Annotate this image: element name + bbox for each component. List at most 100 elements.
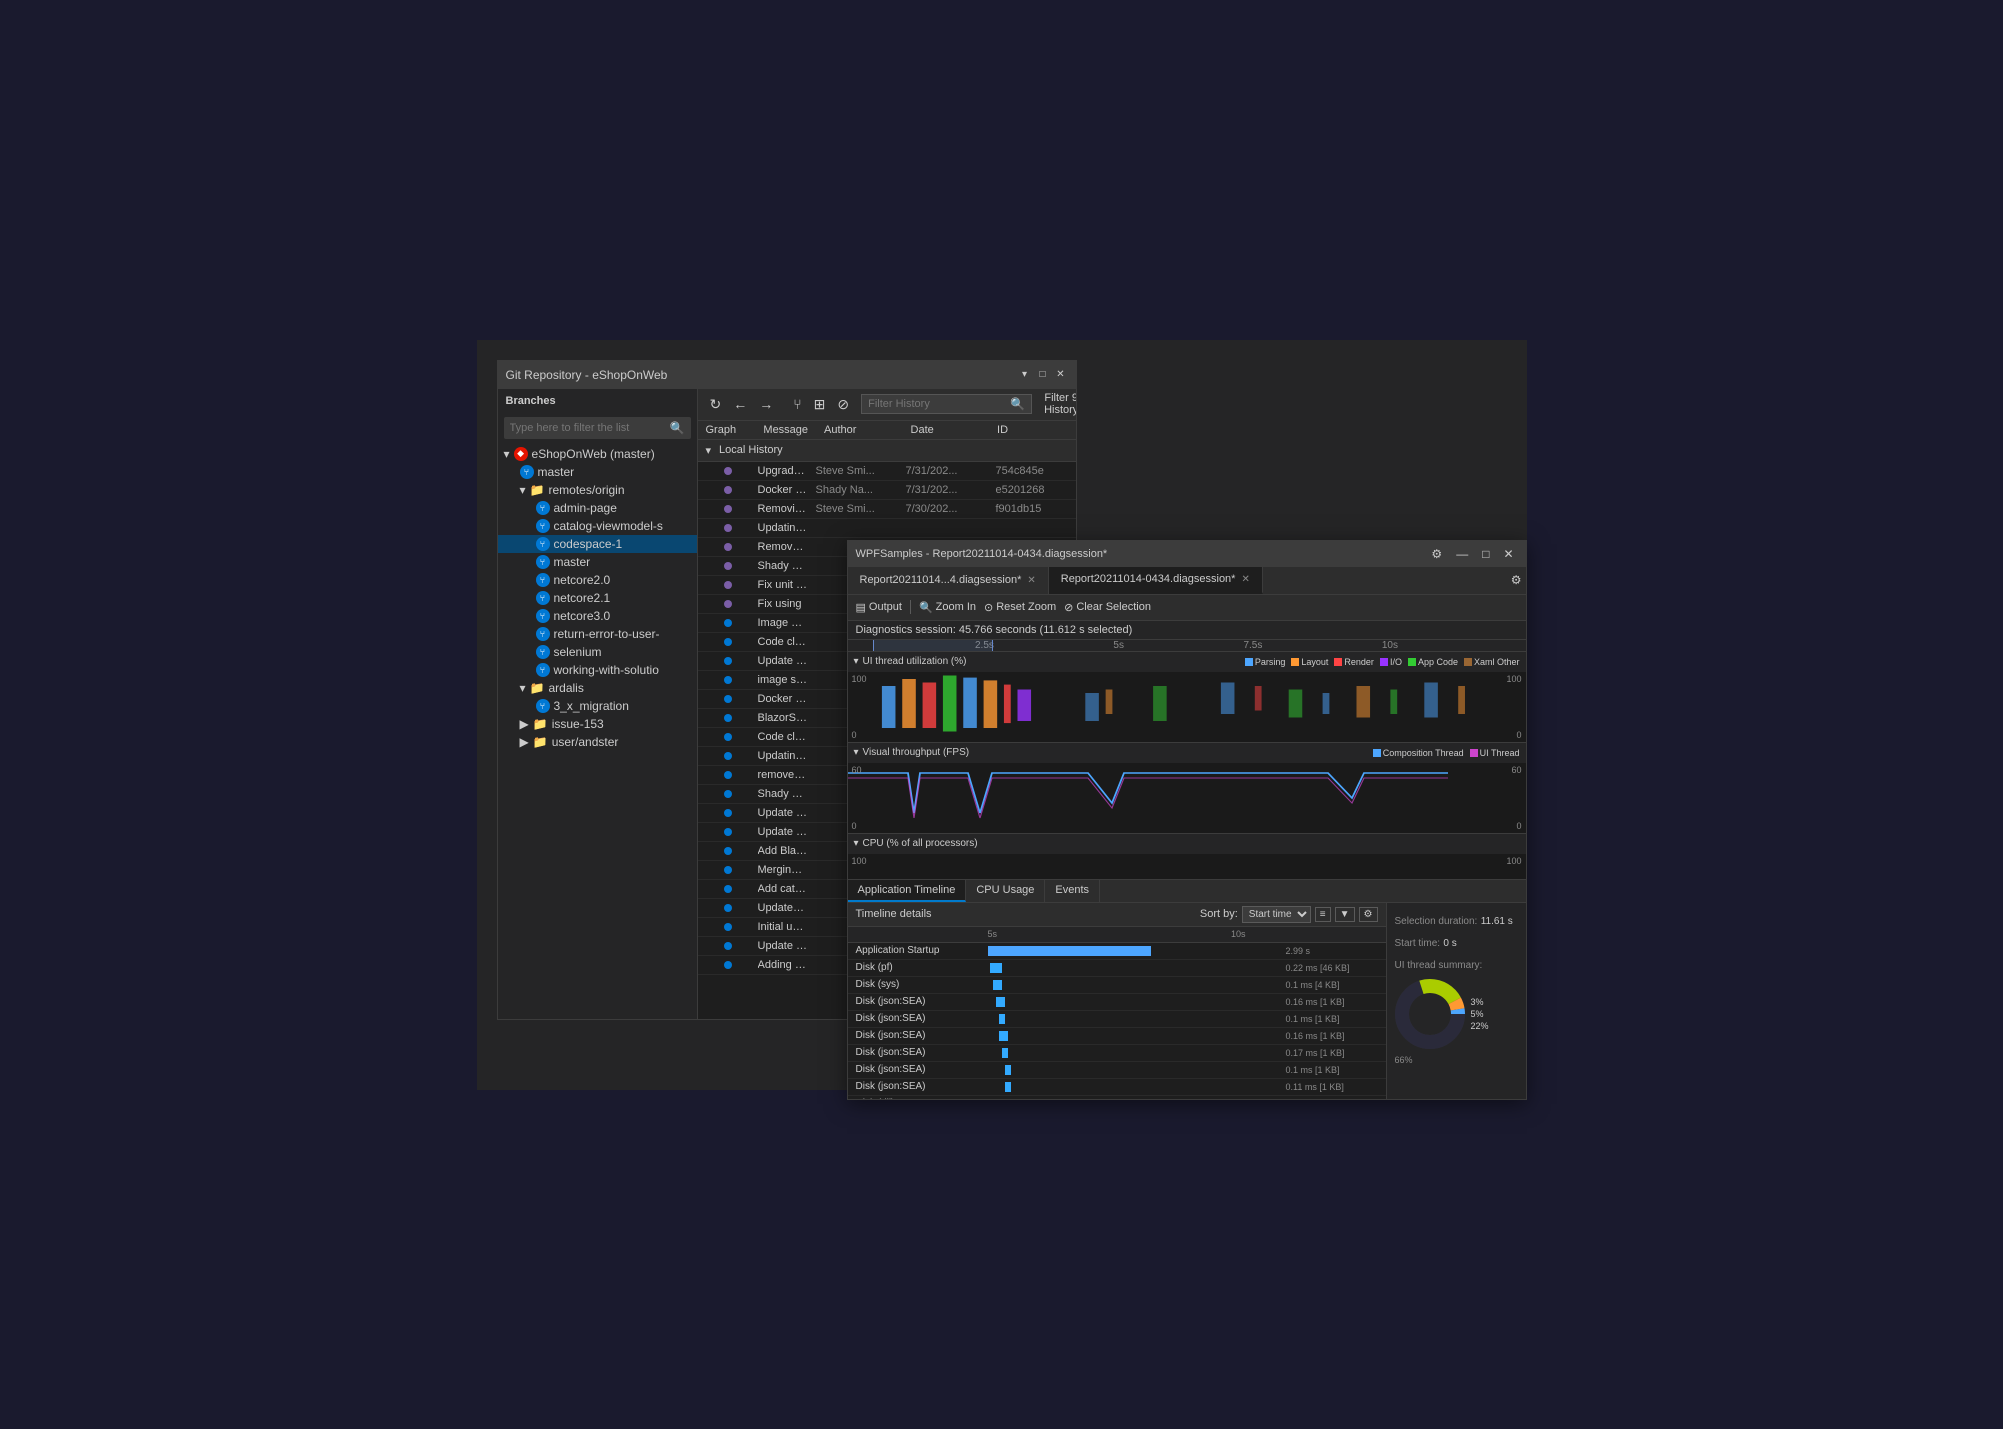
zoom-in-button[interactable]: 🔍 Zoom In — [919, 601, 976, 614]
commit-row[interactable]: Docker working without Configure Configu… — [698, 481, 1076, 500]
clear-selection-button[interactable]: ⊘ Clear Selection — [1064, 601, 1151, 614]
tab-cpu-usage[interactable]: CPU Usage — [966, 880, 1045, 902]
output-button[interactable]: ▤ Output — [856, 601, 902, 614]
tree-item-root[interactable]: ▾ ◆ eShopOnWeb (master) — [498, 445, 697, 463]
event-detail-json3: 0.16 ms [1 KB] — [1286, 1031, 1386, 1041]
event-name-startup: Application Startup — [848, 945, 988, 956]
fps-ymax-r: 60 — [1511, 765, 1521, 775]
tree-item-netcore21[interactable]: ⑂ netcore2.1 — [498, 589, 697, 607]
legend-io-dot — [1380, 658, 1388, 666]
minimize-button[interactable]: ▾ — [1018, 368, 1032, 382]
selection-duration-section: Selection duration: 11.61 s — [1395, 913, 1518, 927]
branch-icon-netcore30: ⑂ — [536, 609, 550, 623]
commit-message-17: Shady nagy/blazor enhance (i — [758, 788, 816, 800]
branches-tree: ▾ ◆ eShopOnWeb (master) ⑂ master ▾ � — [498, 443, 697, 1019]
tl-sort-select[interactable]: Start time Duration Category — [1242, 906, 1311, 923]
history-badge-button[interactable]: Filter 9 History — [1036, 390, 1075, 418]
tree-item-catalog[interactable]: ⑂ catalog-viewmodel-s — [498, 517, 697, 535]
commit-message-8: Image added (#434) — [758, 617, 816, 629]
tag-button[interactable]: ⊘ — [833, 394, 853, 415]
json5-bar — [1005, 1065, 1011, 1075]
commit-dot-12 — [724, 695, 732, 703]
tree-item-master[interactable]: ⑂ master — [498, 463, 697, 481]
tab-events[interactable]: Events — [1045, 880, 1100, 902]
bottom-tabs: Application Timeline CPU Usage Events — [848, 880, 1526, 903]
chart-fps-title: ▾ Visual throughput (FPS) — [854, 747, 970, 758]
diag-tab-1-close[interactable]: ✕ — [1027, 575, 1035, 586]
zoom-in-icon: 🔍 — [919, 601, 933, 614]
folder-icon-origin: 📁 — [530, 483, 545, 497]
branch-filter-input[interactable] — [510, 422, 670, 434]
repo-label: eShopOnWeb (master) — [532, 447, 655, 461]
commit-message-18: Update README.md — [758, 807, 816, 819]
diag-tab-2-close[interactable]: ✕ — [1241, 574, 1249, 585]
filter-history-input[interactable] — [868, 398, 1010, 410]
tree-item-origin-master[interactable]: ⑂ master — [498, 553, 697, 571]
filter-container[interactable]: 🔍 — [504, 417, 691, 439]
branch-button[interactable]: ⑂ — [789, 394, 805, 414]
branch-label-netcore30: netcore3.0 — [554, 609, 611, 623]
branch-label-selenium: selenium — [554, 645, 602, 659]
commit-dot-17 — [724, 790, 732, 798]
commit-graph-14 — [698, 733, 758, 741]
legend-parsing: Parsing — [1245, 657, 1286, 667]
diag-maximize-button[interactable]: □ — [1478, 547, 1493, 561]
push-button[interactable]: → — [755, 394, 777, 414]
commit-graph-23 — [698, 904, 758, 912]
diag-tab-2[interactable]: Report20211014-0434.diagsession* ✕ — [1049, 567, 1263, 594]
branch-label-working: working-with-solutio — [554, 663, 659, 677]
tree-item-selenium[interactable]: ⑂ selenium — [498, 643, 697, 661]
donut-pct-remaining: 66% — [1395, 1055, 1518, 1065]
cpu-chart-svg — [848, 854, 1526, 879]
ui-thread-chart-svg — [848, 672, 1526, 742]
tree-item-working[interactable]: ⑂ working-with-solutio — [498, 661, 697, 679]
tl-filter-button[interactable]: ▼ — [1335, 907, 1355, 922]
diag-tab-1[interactable]: Report20211014...4.diagsession* ✕ — [848, 567, 1049, 594]
tree-item-netcore30[interactable]: ⑂ netcore3.0 — [498, 607, 697, 625]
tree-item-3xmig[interactable]: ⑂ 3_x_migration — [498, 697, 697, 715]
maximize-button[interactable]: □ — [1036, 368, 1050, 382]
diag-tab-settings[interactable]: ⚙ — [1507, 567, 1526, 594]
diag-settings-icon[interactable]: ⚙ — [1427, 547, 1446, 561]
commit-row[interactable]: Removing AuthService and fixing Dockerfi… — [698, 500, 1076, 519]
commit-graph-22 — [698, 885, 758, 893]
commit-row[interactable]: Upgrade to use Specification 4.0.... ori… — [698, 462, 1076, 481]
refresh-button[interactable]: ↻ — [706, 394, 726, 415]
commit-dot-16 — [724, 771, 732, 779]
diag-close-button[interactable]: ✕ — [1499, 547, 1517, 561]
merge-button[interactable]: ⊞ — [810, 394, 830, 415]
tl-group-button[interactable]: ≡ — [1315, 907, 1331, 922]
reset-zoom-button[interactable]: ⊙ Reset Zoom — [984, 601, 1056, 614]
tree-item-issue153[interactable]: ▶ 📁 issue-153 — [498, 715, 697, 733]
commit-row[interactable]: Updating Blazor Admin (#442) — [698, 519, 1076, 538]
tree-item-admin-page[interactable]: ⑂ admin-page — [498, 499, 697, 517]
timeline-details: Timeline details Sort by: Start time Dur… — [848, 903, 1526, 1099]
diag-minimize-button[interactable]: — — [1452, 547, 1472, 561]
branch-label-netcore20: netcore2.0 — [554, 573, 611, 587]
session-info: Diagnostics session: 45.766 seconds (11.… — [848, 621, 1526, 640]
tree-item-user-andster[interactable]: ▶ 📁 user/andster — [498, 733, 697, 751]
tree-item-codespace1[interactable]: ⑂ codespace-1 — [498, 535, 697, 553]
tab-app-timeline[interactable]: Application Timeline — [848, 880, 967, 902]
diag-tab-2-label: Report20211014-0434.diagsession* — [1061, 573, 1236, 585]
label-user-andster: user/andster — [552, 735, 619, 749]
tree-item-ardalis[interactable]: ▾ 📁 ardalis — [498, 679, 697, 697]
close-button[interactable]: ✕ — [1054, 368, 1068, 382]
event-bar-json1 — [988, 995, 1286, 1009]
tree-item-return-error[interactable]: ⑂ return-error-to-user- — [498, 625, 697, 643]
tl-settings-button[interactable]: ⚙ — [1359, 907, 1378, 922]
fps-chart-svg — [848, 763, 1526, 833]
commit-author-2: Steve Smi... — [816, 503, 906, 515]
fetch-button[interactable]: ← — [729, 394, 751, 414]
collapse-icon-fps: ▾ — [854, 747, 859, 758]
commit-graph-25 — [698, 942, 758, 950]
donut-svg — [1395, 979, 1465, 1049]
event-detail-json1: 0.16 ms [1 KB] — [1286, 997, 1386, 1007]
tree-item-netcore20[interactable]: ⑂ netcore2.0 — [498, 571, 697, 589]
tree-item-remotes-origin[interactable]: ▾ 📁 remotes/origin — [498, 481, 697, 499]
legend-xamlother-dot — [1464, 658, 1472, 666]
commit-message-16: remove usings — [758, 769, 816, 781]
label-remotes-origin: remotes/origin — [548, 483, 624, 497]
commit-dot-7 — [724, 600, 732, 608]
filter-history-container[interactable]: 🔍 — [861, 394, 1032, 414]
